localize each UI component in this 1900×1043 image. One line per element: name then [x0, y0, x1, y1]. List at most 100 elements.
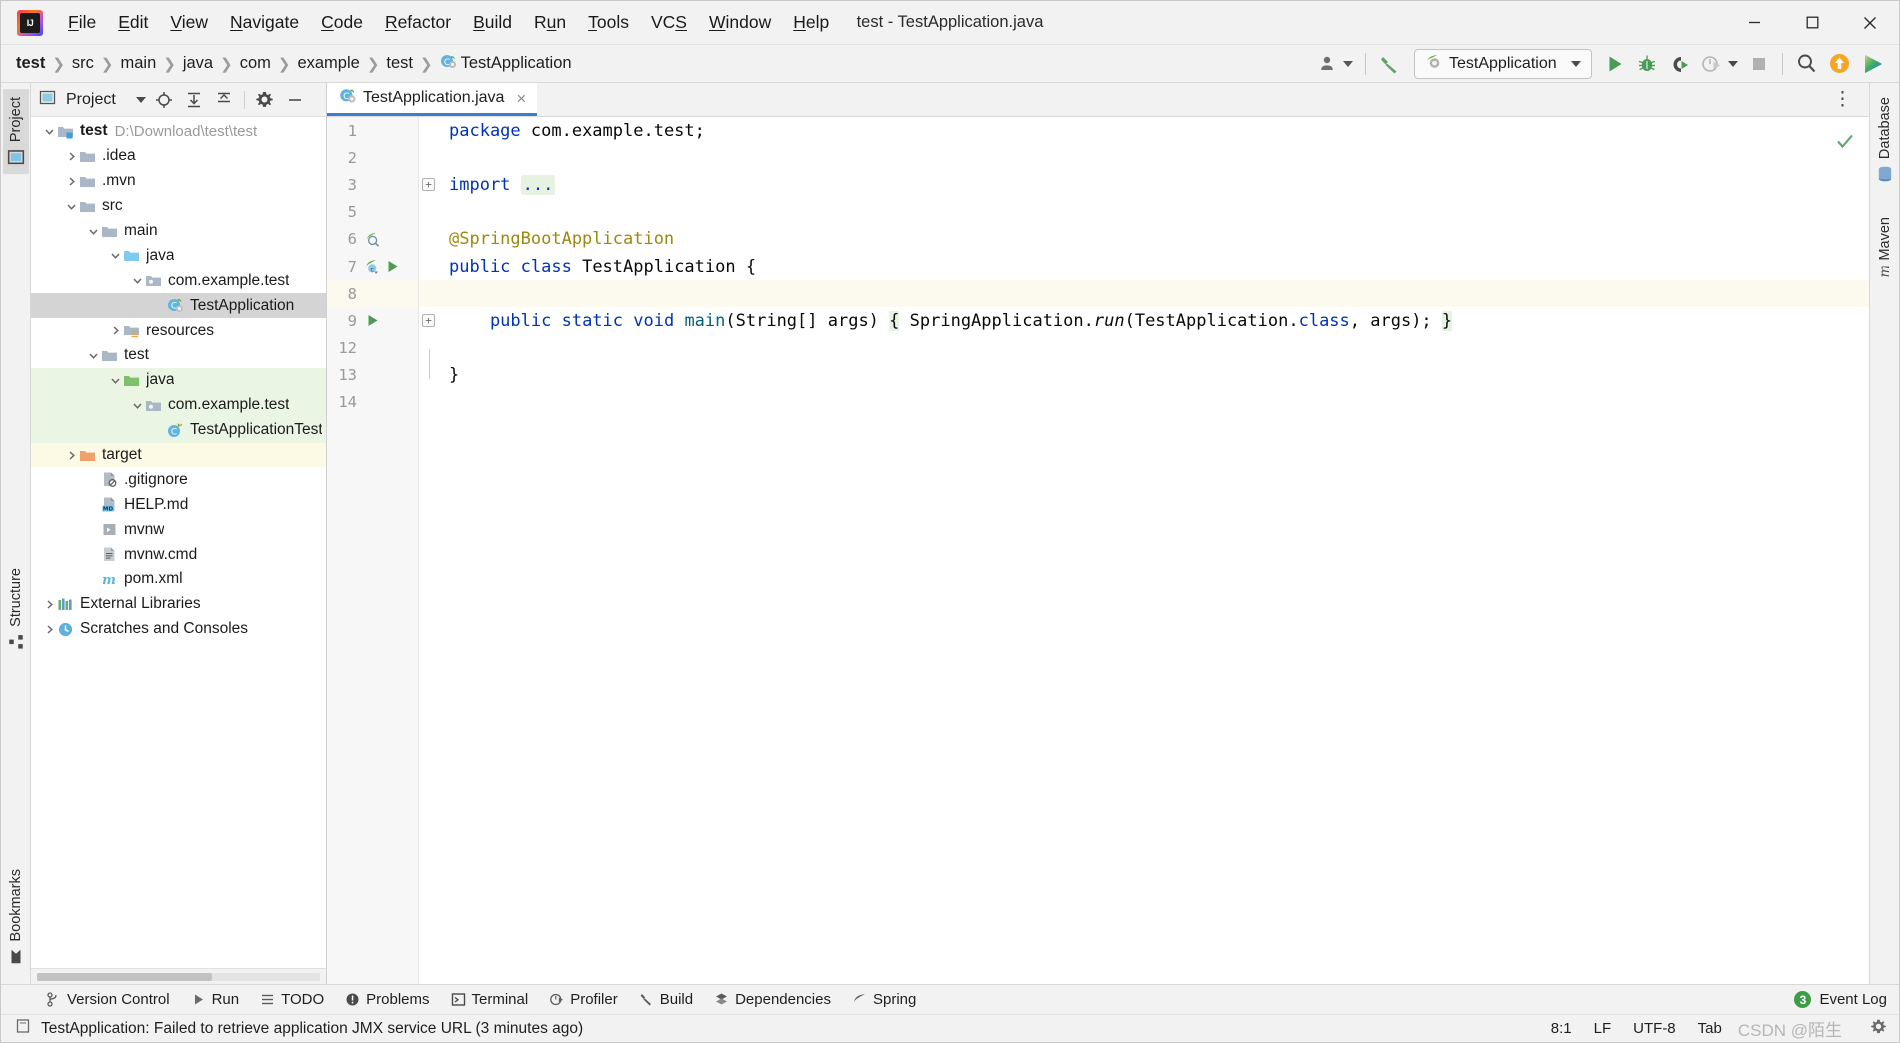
gutter-line-7[interactable]: 7c [327, 253, 418, 280]
tool-window-button-problems[interactable]: Problems [336, 988, 438, 1011]
tree-node-test[interactable]: test [31, 343, 326, 368]
tree-node-com-example-test[interactable]: com.example.test [31, 392, 326, 418]
spring-bean-2-icon[interactable]: c [365, 259, 381, 275]
chevron-right-icon[interactable] [107, 323, 123, 339]
code-line-9[interactable]: public static void main (String[] args) {… [441, 307, 1869, 334]
chevron-right-icon[interactable] [63, 148, 79, 164]
tool-window-button-todo[interactable]: TODO [251, 988, 333, 1011]
tree-node-mvnw[interactable]: mvnw [31, 517, 326, 542]
tree-node-idea[interactable]: .idea [31, 144, 326, 169]
updates-button[interactable] [1824, 49, 1855, 79]
tree-node-gitignore[interactable]: .gitignore [31, 467, 326, 492]
breadcrumb-item-7[interactable]: C TestApplication [435, 51, 577, 76]
run-gutter-icon[interactable] [365, 313, 380, 328]
tree-node-pom-xml[interactable]: m pom.xml [31, 567, 326, 592]
scroll-from-source-button[interactable] [152, 88, 176, 112]
chevron-down-icon[interactable] [63, 198, 79, 214]
tree-node-src[interactable]: src [31, 194, 326, 219]
hide-panel-button[interactable] [283, 88, 307, 112]
breadcrumb-item-1[interactable]: src [67, 52, 99, 75]
close-button[interactable] [1841, 1, 1899, 44]
tree-node-scratches-and-consoles[interactable]: Scratches and Consoles [31, 617, 326, 642]
menu-run[interactable]: Run [523, 8, 577, 37]
gutter-line-14[interactable]: 14 [327, 389, 418, 416]
profiler-button[interactable] [1696, 49, 1742, 79]
code-line-1[interactable]: package com.example.test; [441, 117, 1869, 144]
chevron-down-icon[interactable] [129, 397, 145, 413]
user-profile-button[interactable] [1315, 49, 1357, 79]
code-line-3[interactable]: import ... [441, 171, 1869, 198]
chevron-down-icon[interactable] [107, 372, 123, 388]
rail-button-structure[interactable]: Structure [3, 560, 29, 659]
gutter-line-5[interactable]: 5 [327, 199, 418, 226]
caret-position[interactable]: 8:1 [1551, 1020, 1572, 1037]
tool-window-button-run[interactable]: Run [182, 988, 249, 1011]
breadcrumb-item-4[interactable]: com [235, 52, 276, 75]
search-everywhere-button[interactable] [1791, 49, 1822, 79]
menu-tools[interactable]: Tools [577, 8, 640, 37]
breadcrumb-item-6[interactable]: test [381, 52, 418, 75]
debug-button[interactable] [1632, 49, 1662, 79]
tree-node-main[interactable]: main [31, 219, 326, 244]
editor-code-column[interactable]: package com.example.test; import ... @Spri… [441, 117, 1869, 984]
project-horizontal-scrollbar[interactable] [31, 968, 326, 984]
tool-window-button-terminal[interactable]: Terminal [442, 988, 538, 1011]
breadcrumb-item-2[interactable]: main [116, 52, 162, 75]
gutter-line-2[interactable]: 2 [327, 144, 418, 171]
tree-node-help-md[interactable]: MD HELP.md [31, 492, 326, 517]
settings-gear-icon[interactable] [253, 88, 277, 112]
file-encoding[interactable]: UTF-8 [1633, 1020, 1676, 1037]
line-separator[interactable]: LF [1594, 1020, 1612, 1037]
more-actions-button[interactable]: ⋮ [1825, 88, 1861, 111]
editor-tab-testapplication[interactable]: C TestApplication.java × [327, 83, 538, 116]
chevron-down-icon[interactable] [107, 248, 123, 264]
tree-node-testapplication[interactable]: C TestApplication [31, 293, 326, 319]
tool-window-button-spring[interactable]: Spring [843, 988, 925, 1011]
code-line-7[interactable]: public class TestApplication { [441, 253, 1869, 280]
run-configuration-selector[interactable]: TestApplication [1414, 48, 1592, 79]
project-view-chevron-down-icon[interactable] [122, 88, 146, 112]
indent-setting[interactable]: Tab [1698, 1020, 1722, 1037]
tree-node-com-example-test[interactable]: com.example.test [31, 268, 326, 293]
tree-node-test[interactable]: test D:\Download\test\test [31, 119, 326, 144]
tool-window-button-version-control[interactable]: Version Control [37, 988, 179, 1011]
tree-node-java[interactable]: java [31, 243, 326, 268]
run-gutter-icon[interactable] [385, 259, 400, 274]
fold-collapse-icon[interactable]: + [422, 314, 435, 328]
maximize-button[interactable] [1783, 1, 1841, 44]
tree-node-mvnw-cmd[interactable]: mvnw.cmd [31, 542, 326, 567]
chevron-right-icon[interactable] [41, 621, 57, 637]
editor-gutter[interactable]: 1 2 3 5 6 7 c 8 9 12 13 14 [327, 117, 419, 984]
rail-button-project[interactable]: Project [2, 89, 29, 175]
status-message[interactable]: TestApplication: Failed to retrieve appl… [41, 1020, 583, 1038]
tree-node-mvn[interactable]: .mvn [31, 169, 326, 194]
chevron-down-icon[interactable] [85, 223, 101, 239]
minimize-button[interactable] [1725, 1, 1783, 44]
fold-cell-9[interactable]: + [419, 307, 441, 335]
tool-window-button-dependencies[interactable]: Dependencies [705, 988, 840, 1011]
menu-view[interactable]: View [159, 8, 219, 37]
expand-all-button[interactable] [182, 88, 206, 112]
chevron-down-icon[interactable] [129, 273, 145, 289]
tool-window-button-build[interactable]: Build [630, 988, 702, 1011]
code-line-5[interactable] [441, 199, 1869, 226]
breadcrumb-item-0[interactable]: test [11, 52, 50, 75]
chevron-down-icon[interactable] [85, 347, 101, 363]
code-editor[interactable]: 1 2 3 5 6 7 c 8 9 12 13 14 + + package com.example.t… [327, 117, 1869, 984]
stop-button[interactable] [1744, 49, 1774, 79]
menu-edit[interactable]: Edit [107, 8, 159, 37]
run-button[interactable] [1600, 49, 1630, 79]
fold-cell-3[interactable]: + [419, 171, 441, 199]
code-line-2[interactable] [441, 144, 1869, 171]
collapse-all-button[interactable] [212, 88, 236, 112]
menu-window[interactable]: Window [698, 8, 782, 37]
tool-window-button-profiler[interactable]: Profiler [540, 988, 627, 1011]
editor-fold-column[interactable]: + + [419, 117, 441, 984]
menu-code[interactable]: Code [310, 8, 374, 37]
gutter-marks[interactable]: c [365, 259, 400, 275]
menu-vcs[interactable]: VCS [640, 8, 698, 37]
gutter-marks[interactable] [365, 231, 381, 248]
menu-build[interactable]: Build [462, 8, 523, 37]
build-button[interactable] [1374, 49, 1406, 79]
gutter-line-13[interactable]: 13 [327, 362, 418, 389]
